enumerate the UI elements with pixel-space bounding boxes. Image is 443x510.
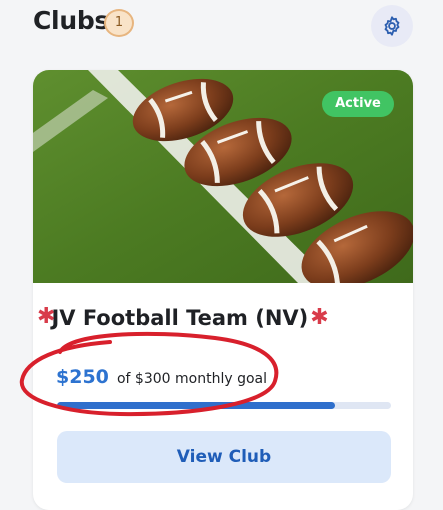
club-name: ✱ JV Football Team (NV) ✱	[33, 304, 329, 331]
goal-text: of $300 monthly goal	[116, 371, 267, 387]
goal-progress-fill	[57, 402, 336, 409]
club-count-badge: 1	[104, 9, 134, 37]
club-name-text: JV Football Team (NV)	[51, 306, 309, 330]
header: Clubs 1	[0, 0, 443, 58]
red-star-mark-right: ✱	[310, 305, 329, 330]
page-title: Clubs	[33, 6, 109, 35]
gear-icon	[384, 16, 400, 36]
red-star-mark-left: ✱	[37, 304, 56, 329]
club-card[interactable]: Active ✱ JV Football Team (NV) ✱ $250 of…	[33, 70, 413, 510]
settings-button[interactable]	[371, 5, 413, 47]
status-badge: Active	[322, 91, 394, 117]
club-photo: Active	[33, 70, 413, 283]
goal-progress-bar	[57, 402, 391, 409]
raised-amount: $250	[56, 366, 109, 388]
fundraising-summary: $250 of $300 monthly goal	[56, 366, 267, 388]
view-club-button[interactable]: View Club	[57, 431, 391, 483]
